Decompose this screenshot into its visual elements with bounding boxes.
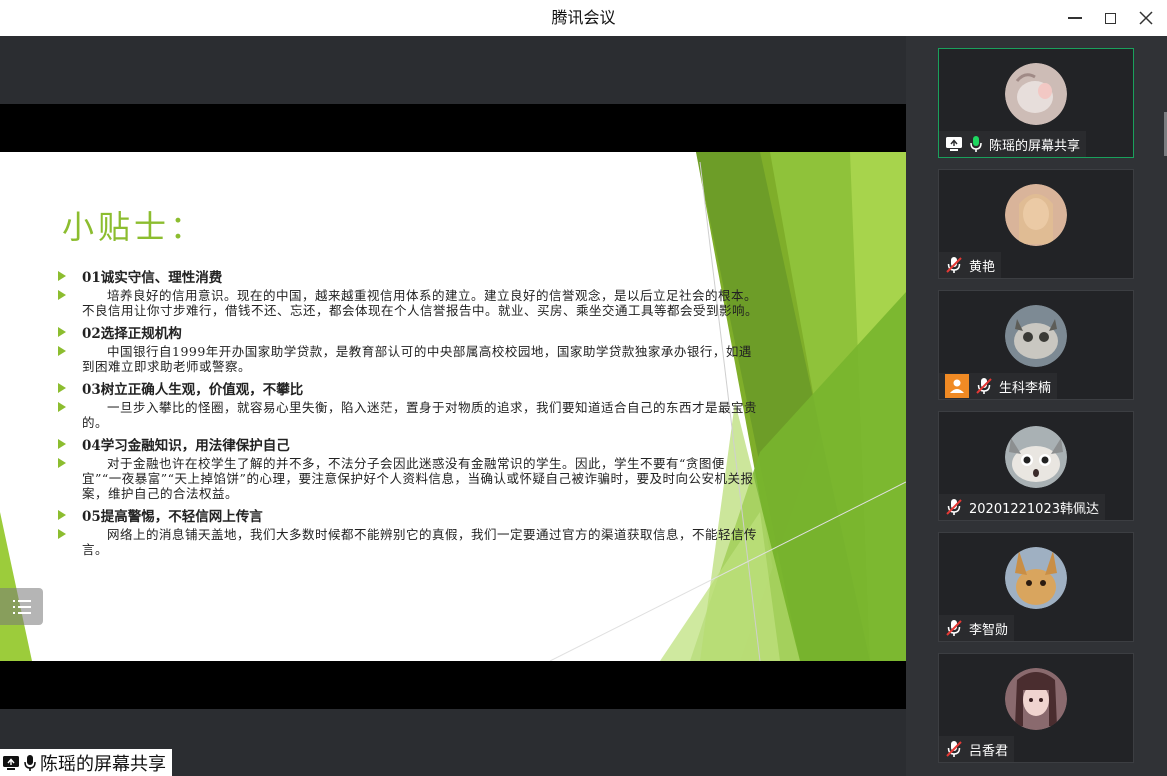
tip-body-text: 中国银行自1999年开办国家助学贷款，是教育部认可的中央部属高校校园地，国家助学… (82, 344, 752, 374)
share-label-text: 陈瑶的屏幕共享 (40, 753, 166, 775)
avatar (1005, 184, 1067, 246)
tip-heading-text: 03树立正确人生观，价值观，不攀比 (82, 382, 304, 398)
avatar (1005, 547, 1067, 609)
participant-name-tag: 李智勋 (939, 615, 1015, 641)
letterbox-top (0, 104, 906, 152)
participant-name-tag: 20201221023韩佩达 (939, 494, 1105, 520)
list-icon (12, 599, 31, 614)
tip-heading-text: 05提高警惕，不轻信网上传言 (82, 509, 263, 525)
tip-body-text: 一旦步入攀比的怪圈，就容易心里失衡，陷入迷茫，置身于对物质的追求，我们要知道适合… (82, 400, 758, 430)
title-bar: 腾讯会议 (0, 0, 1167, 36)
participant-tile[interactable]: 黄艳 (938, 169, 1134, 279)
screen-share-label: 陈瑶的屏幕共享 (0, 749, 172, 776)
shared-screen-area: 小贴士： 01诚实守信、理性消费 培养良好的信用意识。现在的中国，越来越重视信用… (0, 36, 906, 776)
participant-name-tag: 吕香君 (939, 736, 1015, 762)
tip-body-text: 培养良好的信用意识。现在的中国，越来越重视信用体系的建立。建立良好的信誉观念，是… (82, 288, 759, 318)
participant-name-tag: 黄艳 (939, 252, 1002, 278)
participant-name: 李智勋 (969, 622, 1009, 638)
avatar (1005, 305, 1067, 367)
window-title: 腾讯会议 (551, 8, 616, 27)
tip-body: 一旦步入攀比的怪圈，就容易心里失衡，陷入迷茫，置身于对物质的追求，我们要知道适合… (58, 400, 758, 430)
microphone-muted-icon (945, 740, 963, 758)
slide-title: 小贴士： (62, 208, 207, 246)
triangle-bullet-icon (58, 458, 66, 468)
triangle-bullet-icon (58, 346, 66, 356)
triangle-bullet-icon (58, 439, 66, 449)
microphone-muted-icon (945, 498, 963, 516)
triangle-bullet-icon (58, 290, 66, 300)
avatar (1005, 426, 1067, 488)
tip-heading: 01诚实守信、理性消费 (58, 266, 758, 286)
minimize-button[interactable] (1057, 0, 1093, 36)
tip-body: 中国银行自1999年开办国家助学贷款，是教育部认可的中央部属高校校园地，国家助学… (58, 344, 758, 374)
microphone-muted-icon (975, 377, 993, 395)
presentation-slide: 小贴士： 01诚实守信、理性消费 培养良好的信用意识。现在的中国，越来越重视信用… (0, 152, 906, 661)
tip-body-text: 对于金融也许在校学生了解的并不多，不法分子会因此迷惑没有金融常识的学生。因此，学… (82, 456, 754, 501)
maximize-button[interactable] (1092, 0, 1128, 36)
tip-heading: 02选择正规机构 (58, 322, 758, 342)
microphone-muted-icon (945, 256, 963, 274)
participant-name: 20201221023韩佩达 (969, 501, 1099, 517)
participant-tile[interactable]: 生科李楠 (938, 290, 1134, 400)
triangle-bullet-icon (58, 271, 66, 281)
participant-tile[interactable]: 李智勋 (938, 532, 1134, 642)
minimize-icon (1068, 17, 1082, 19)
letterbox-bottom (0, 661, 906, 709)
tip-heading: 04学习金融知识，用法律保护自己 (58, 434, 758, 454)
microphone-icon (969, 135, 983, 153)
participant-name: 陈瑶的屏幕共享 (989, 138, 1081, 154)
tip-body: 培养良好的信用意识。现在的中国，越来越重视信用体系的建立。建立良好的信誉观念，是… (58, 288, 758, 318)
tip-heading-text: 04学习金融知识，用法律保护自己 (82, 438, 290, 454)
participant-name: 生科李楠 (999, 380, 1052, 396)
tip-body-text: 网络上的消息铺天盖地，我们大多数时候都不能辨别它的真假，我们一定要通过官方的渠道… (82, 527, 758, 557)
avatar (1005, 668, 1067, 730)
close-button[interactable] (1128, 0, 1164, 36)
participant-name: 黄艳 (969, 259, 996, 275)
close-icon (1139, 11, 1153, 25)
tip-body: 对于金融也许在校学生了解的并不多，不法分子会因此迷惑没有金融常识的学生。因此，学… (58, 456, 758, 501)
participant-name-tag: 陈瑶的屏幕共享 (939, 131, 1087, 157)
tips-list: 01诚实守信、理性消费 培养良好的信用意识。现在的中国，越来越重视信用体系的建立… (58, 262, 758, 557)
maximize-icon (1104, 12, 1116, 24)
screen-share-icon (945, 136, 963, 152)
participant-tile[interactable]: 吕香君 (938, 653, 1134, 763)
tip-heading: 05提高警惕，不轻信网上传言 (58, 505, 758, 525)
tip-body: 网络上的消息铺天盖地，我们大多数时候都不能辨别它的真假，我们一定要通过官方的渠道… (58, 527, 758, 557)
participant-tile[interactable]: 陈瑶的屏幕共享 (938, 48, 1134, 158)
toggle-list-button[interactable] (0, 588, 43, 625)
microphone-icon (23, 754, 37, 772)
tip-heading-text: 01诚实守信、理性消费 (82, 270, 223, 286)
tip-heading: 03树立正确人生观，价值观，不攀比 (58, 378, 758, 398)
avatar (1005, 63, 1067, 125)
participant-name: 吕香君 (969, 743, 1009, 759)
triangle-bullet-icon (58, 383, 66, 393)
participant-tile[interactable]: 20201221023韩佩达 (938, 411, 1134, 521)
participant-panel: 陈瑶的屏幕共享 黄艳 生科李楠 20201221023韩佩达 李智勋 吕香君 (906, 36, 1167, 776)
triangle-bullet-icon (58, 510, 66, 520)
participant-name-tag: 生科李楠 (939, 373, 1058, 399)
triangle-bullet-icon (58, 529, 66, 539)
screen-share-icon (2, 755, 20, 771)
microphone-muted-icon (945, 619, 963, 637)
tip-heading-text: 02选择正规机构 (82, 326, 182, 342)
triangle-bullet-icon (58, 402, 66, 412)
triangle-bullet-icon (58, 327, 66, 337)
host-badge-icon (945, 374, 969, 398)
